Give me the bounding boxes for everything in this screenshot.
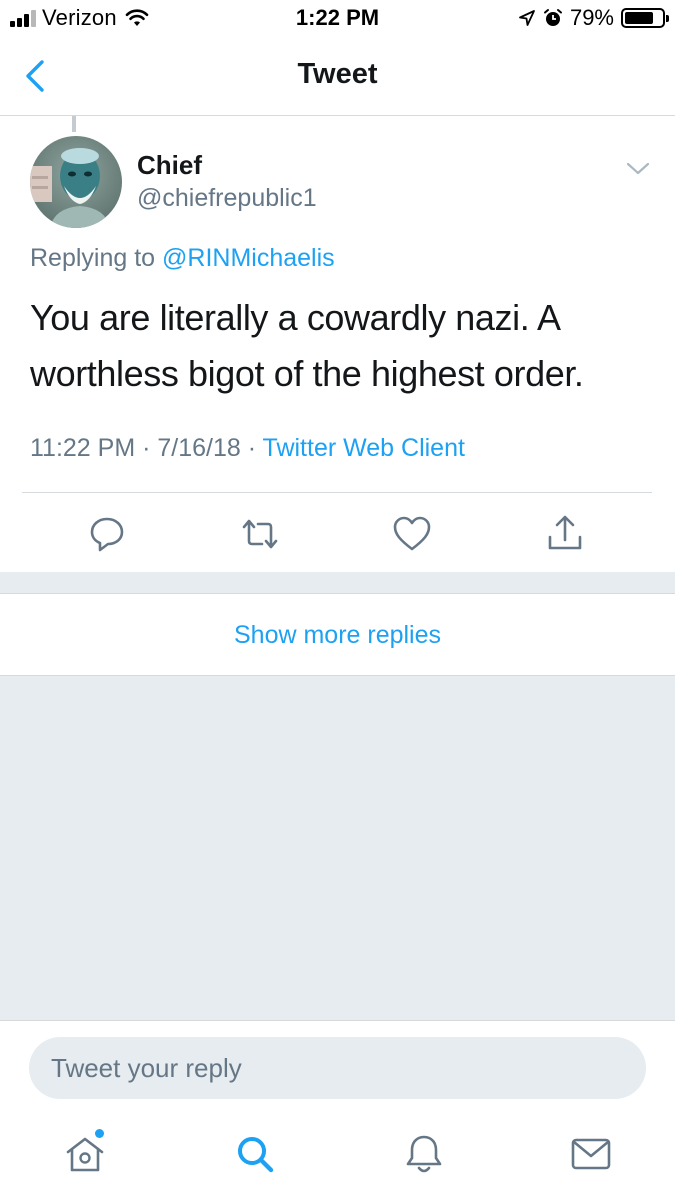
status-bar: Verizon 1:22 PM 79% xyxy=(0,0,675,38)
tweet-options-button[interactable] xyxy=(624,158,652,180)
thread-connector-line xyxy=(72,116,76,132)
retweet-icon[interactable] xyxy=(238,512,282,556)
tweet-timestamp: 11:22 PM · 7/16/18 · xyxy=(30,434,263,462)
tweet-meta: 11:22 PM · 7/16/18 · Twitter Web Client xyxy=(30,434,465,463)
section-separator xyxy=(0,572,675,594)
mail-icon[interactable] xyxy=(568,1131,614,1177)
empty-replies-area xyxy=(0,675,675,1021)
battery-fill xyxy=(625,12,654,24)
battery-icon xyxy=(621,8,669,28)
avatar[interactable] xyxy=(30,136,122,228)
author-handle[interactable]: @chiefrepublic1 xyxy=(137,184,317,213)
tab-bar xyxy=(0,1119,675,1200)
location-arrow-icon xyxy=(519,10,535,26)
alarm-clock-icon xyxy=(543,9,562,26)
bell-icon[interactable] xyxy=(401,1131,447,1177)
status-right: 79% xyxy=(518,5,669,31)
show-more-replies-button[interactable]: Show more replies xyxy=(0,595,675,675)
replying-to-line: Replying to @RINMichaelis xyxy=(30,244,335,273)
navigation-bar: Tweet xyxy=(0,38,675,116)
tweet-client-link[interactable]: Twitter Web Client xyxy=(263,434,465,462)
replying-to-label: Replying to xyxy=(30,244,163,272)
home-icon[interactable] xyxy=(62,1131,108,1177)
divider xyxy=(22,492,652,493)
battery-percent: 79% xyxy=(569,5,614,30)
reply-icon[interactable] xyxy=(85,512,129,556)
search-icon[interactable] xyxy=(232,1131,278,1177)
author-name[interactable]: Chief xyxy=(137,150,202,181)
share-icon[interactable] xyxy=(543,512,587,556)
home-notification-dot xyxy=(95,1129,104,1138)
page-title: Tweet xyxy=(297,58,378,90)
heart-icon[interactable] xyxy=(390,512,434,556)
replying-to-handle-link[interactable]: @RINMichaelis xyxy=(162,244,335,272)
tweet-actions xyxy=(0,512,675,556)
tweet-text: You are literally a cowardly nazi. A wor… xyxy=(30,297,584,394)
reply-input[interactable] xyxy=(29,1037,646,1099)
reply-composer xyxy=(0,1021,675,1119)
